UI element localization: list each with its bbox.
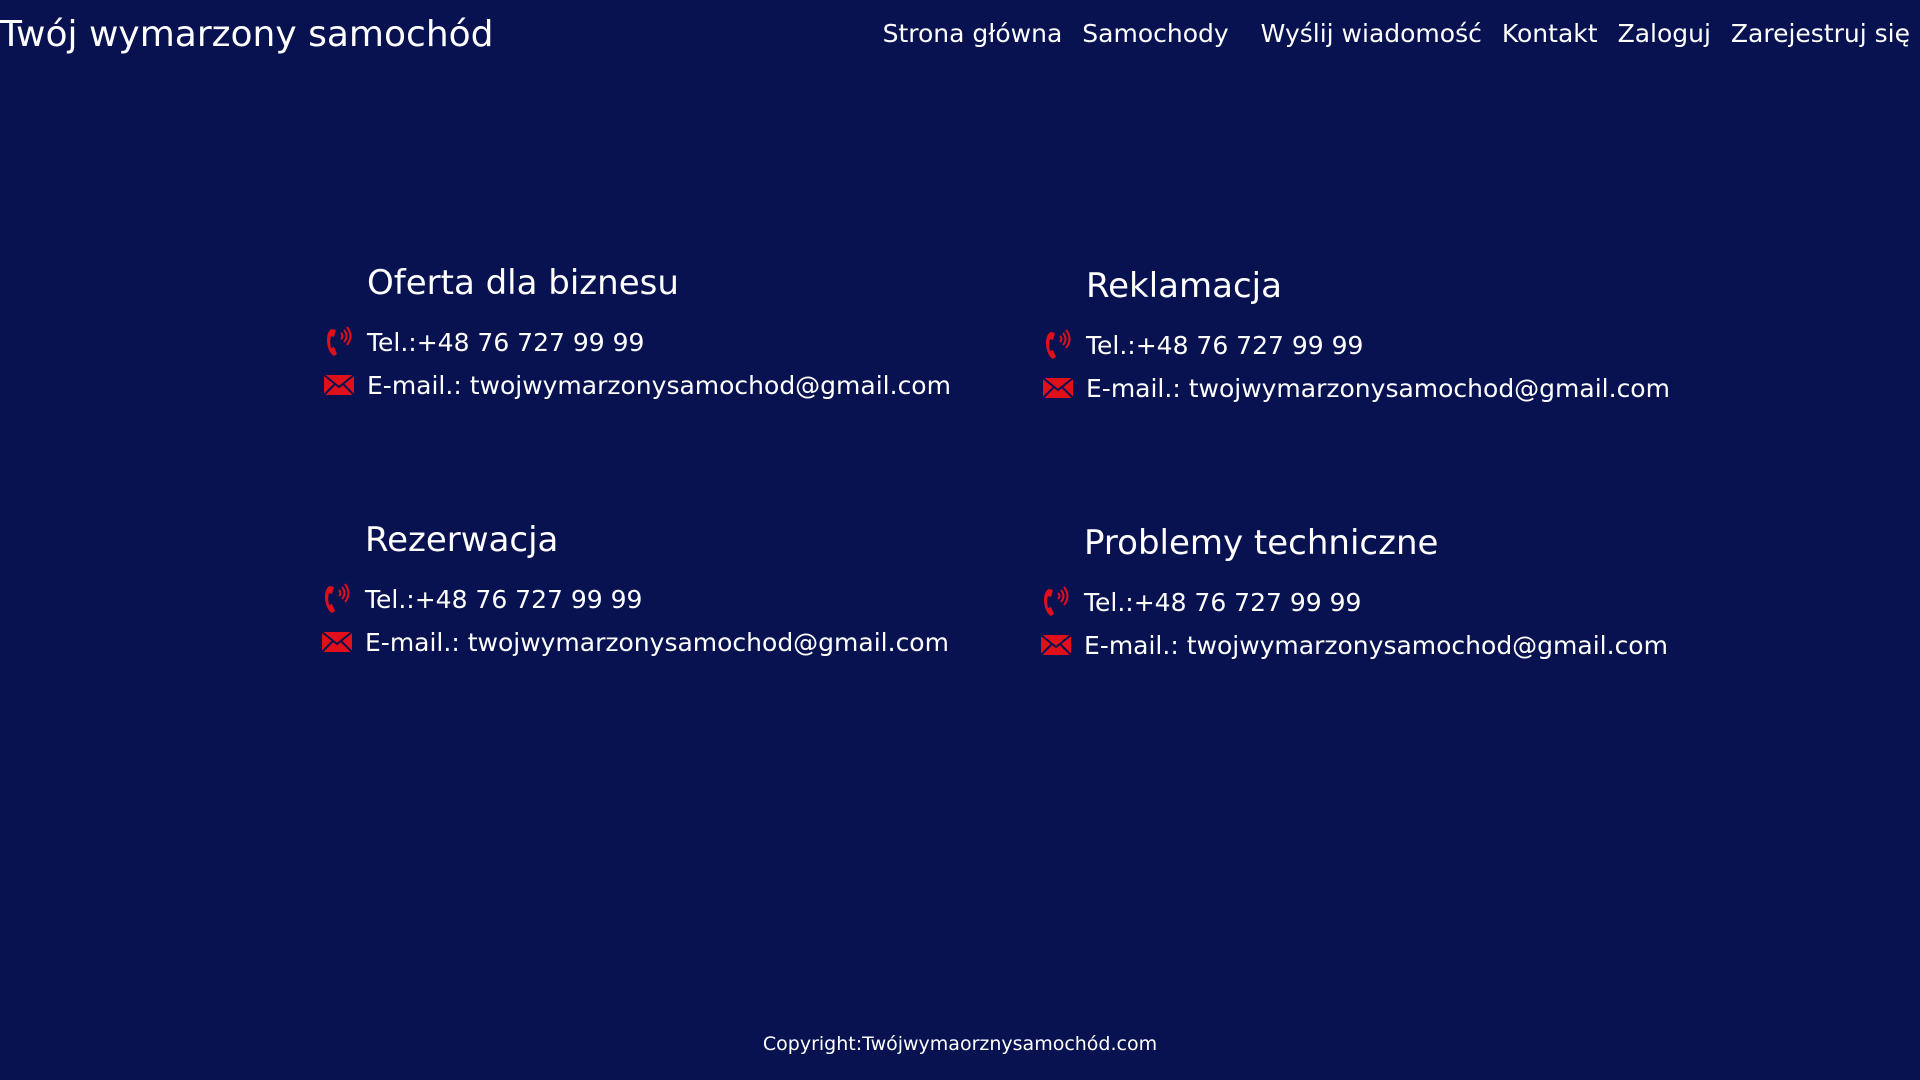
phone-row: Tel.:+48 76 727 99 99 (1041, 328, 1363, 362)
nav-link-cars[interactable]: Samochody (1082, 18, 1228, 50)
nav-link-login[interactable]: Zaloguj (1618, 18, 1711, 50)
phone-icon (1039, 585, 1073, 619)
envelope-icon (1039, 628, 1073, 662)
card-title: Reklamacja (1086, 266, 1282, 306)
phone-icon (1041, 328, 1075, 362)
nav-link-register[interactable]: Zarejestruj się (1731, 18, 1910, 50)
envelope-icon (1041, 371, 1075, 405)
email-text[interactable]: E-mail.: twojwymarzonysamochod@gmail.com (367, 371, 951, 400)
card-title: Rezerwacja (365, 520, 559, 560)
nav-link-send-message[interactable]: Wyślij wiadomość (1261, 18, 1482, 50)
phone-text[interactable]: Tel.:+48 76 727 99 99 (365, 585, 642, 614)
phone-text[interactable]: Tel.:+48 76 727 99 99 (1084, 588, 1361, 617)
email-row: E-mail.: twojwymarzonysamochod@gmail.com (1039, 628, 1668, 662)
phone-row: Tel.:+48 76 727 99 99 (320, 582, 642, 616)
envelope-icon (322, 368, 356, 402)
card-title: Oferta dla biznesu (367, 263, 679, 303)
email-text[interactable]: E-mail.: twojwymarzonysamochod@gmail.com (1086, 374, 1670, 403)
site-header: Twój wymarzony samochód Strona główna Sa… (0, 0, 1920, 70)
phone-text[interactable]: Tel.:+48 76 727 99 99 (367, 328, 644, 357)
email-text[interactable]: E-mail.: twojwymarzonysamochod@gmail.com (1084, 631, 1668, 660)
phone-row: Tel.:+48 76 727 99 99 (322, 325, 644, 359)
email-row: E-mail.: twojwymarzonysamochod@gmail.com (320, 625, 949, 659)
nav-link-contact[interactable]: Kontakt (1502, 18, 1598, 50)
card-title: Problemy techniczne (1084, 523, 1439, 563)
phone-row: Tel.:+48 76 727 99 99 (1039, 585, 1361, 619)
phone-icon (320, 582, 354, 616)
main-nav: Strona główna Samochody Wyślij wiadomość… (883, 18, 1910, 50)
email-text[interactable]: E-mail.: twojwymarzonysamochod@gmail.com (365, 628, 949, 657)
email-row: E-mail.: twojwymarzonysamochod@gmail.com (322, 368, 951, 402)
site-title[interactable]: Twój wymarzony samochód (0, 14, 494, 56)
phone-icon (322, 325, 356, 359)
envelope-icon (320, 625, 354, 659)
nav-link-home[interactable]: Strona główna (883, 18, 1063, 50)
footer-copyright: Copyright:Twójwymaorznysamochód.com (762, 1033, 1158, 1055)
email-row: E-mail.: twojwymarzonysamochod@gmail.com (1041, 371, 1670, 405)
phone-text[interactable]: Tel.:+48 76 727 99 99 (1086, 331, 1363, 360)
